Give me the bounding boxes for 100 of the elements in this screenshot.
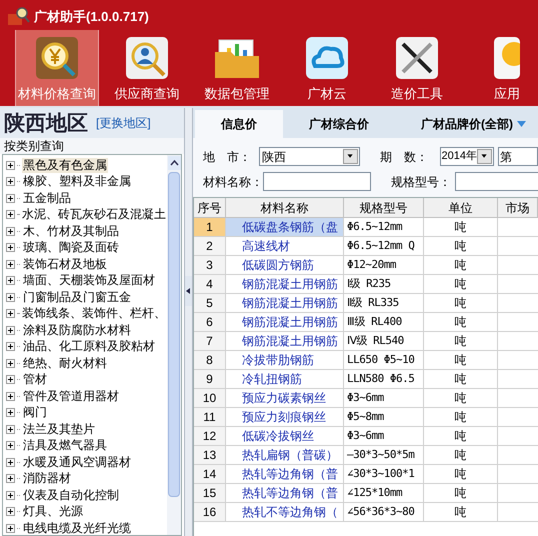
column-header[interactable]: 规格型号: [344, 198, 424, 218]
expand-toggle[interactable]: [6, 507, 15, 516]
table-cell: ∠30*3~100*1: [344, 465, 424, 484]
table-cell: 低碳冷拔钢丝: [226, 427, 344, 446]
scrollbar[interactable]: [167, 155, 181, 535]
column-header[interactable]: 市场: [498, 198, 538, 218]
table-cell: ∠125*10mm: [344, 484, 424, 503]
category-item[interactable]: 门窗制品及门窗五金: [22, 290, 132, 305]
toolbar-button[interactable]: 材料价格查询: [15, 30, 99, 106]
expand-toggle[interactable]: [6, 226, 15, 236]
spec-field[interactable]: [455, 172, 538, 191]
table-cell: 高速线材: [226, 237, 344, 256]
tab[interactable]: 广材综合价: [283, 110, 395, 138]
table-cell: Ⅲ级 RL400: [344, 313, 424, 332]
city-dropdown[interactable]: 陕西: [259, 147, 360, 166]
category-item[interactable]: 涂料及防腐防水材料: [22, 322, 132, 338]
category-item[interactable]: 管件及管道用器材: [22, 388, 120, 404]
table-cell: 吨: [424, 446, 498, 465]
category-item[interactable]: 水泥、砖瓦灰砂石及混凝土: [21, 207, 167, 222]
table-cell: 钢筋混凝土用钢筋: [226, 313, 344, 332]
person-magnifier-icon: [125, 36, 169, 80]
table-cell: 钢筋混凝土用钢筋: [226, 332, 344, 351]
category-item[interactable]: 阀门: [22, 405, 48, 420]
scroll-thumb[interactable]: [168, 172, 180, 497]
toolbar-button[interactable]: 供应商查询: [105, 30, 189, 106]
table-cell: Φ3~6mm: [344, 389, 424, 408]
category-item[interactable]: 法兰及其垫片: [22, 422, 96, 437]
category-item[interactable]: 管材: [22, 372, 48, 388]
category-item[interactable]: 油品、化工原料及胶粘材: [22, 339, 156, 354]
expand-toggle[interactable]: [6, 392, 15, 401]
table-cell: 冷轧扭钢筋: [226, 370, 344, 389]
category-item[interactable]: 墙面、天棚装饰及屋面材: [22, 273, 156, 288]
category-item[interactable]: 五金制品: [22, 190, 72, 206]
toolbar-button[interactable]: 应用: [465, 30, 538, 106]
expand-toggle[interactable]: [6, 260, 15, 269]
category-item[interactable]: 木、竹材及其制品: [22, 224, 120, 239]
tab[interactable]: 信息价: [195, 110, 283, 138]
cloud-icon: [305, 36, 349, 80]
expand-toggle[interactable]: [6, 524, 15, 533]
scroll-up-icon[interactable]: [168, 156, 180, 170]
category-item[interactable]: 玻璃、陶瓷及面砖: [22, 240, 120, 256]
expand-toggle[interactable]: [6, 474, 15, 484]
tab[interactable]: 广材品牌价(全部): [395, 110, 538, 138]
expand-toggle[interactable]: [6, 424, 15, 434]
field-label: 地 市：: [203, 148, 252, 166]
caret-icon: [342, 149, 358, 164]
expand-toggle[interactable]: [6, 375, 15, 384]
row-number-cell: 12: [194, 427, 226, 446]
table-cell: 热轧等边角钢（普: [226, 465, 344, 484]
year-dropdown[interactable]: 2014年: [440, 147, 494, 166]
category-item[interactable]: 装饰石材及地板: [22, 256, 108, 272]
expand-toggle[interactable]: [6, 194, 15, 203]
category-item[interactable]: 仪表及自动化控制: [22, 488, 120, 503]
toolbar-button[interactable]: 数据包管理: [195, 30, 279, 106]
yen-magnifier-icon: [35, 36, 79, 80]
table-cell: 吨: [424, 218, 498, 237]
category-item[interactable]: 装饰线条、装饰件、栏杆、: [21, 306, 167, 322]
issue-dropdown[interactable]: 第: [498, 147, 538, 166]
category-item[interactable]: 消防器材: [22, 471, 72, 486]
expand-toggle[interactable]: [6, 408, 15, 418]
expand-toggle[interactable]: [6, 177, 15, 186]
table-cell: 吨: [424, 389, 498, 408]
expand-toggle[interactable]: [6, 458, 15, 467]
row-number-cell: 2: [194, 237, 226, 256]
expand-toggle[interactable]: [6, 490, 15, 500]
category-item[interactable]: 水暖及通风空调器材: [22, 454, 132, 470]
expand-toggle[interactable]: [6, 160, 15, 170]
field-label: 期 数：: [380, 148, 429, 166]
category-item[interactable]: 绝热、耐火材料: [22, 356, 108, 371]
table-cell: 吨: [424, 313, 498, 332]
row-number-cell: 15: [194, 484, 226, 503]
toolbar-button[interactable]: 造价工具: [375, 30, 459, 106]
category-item[interactable]: 灯具、光源: [22, 504, 84, 520]
table-cell: Φ12~20mm: [344, 256, 424, 275]
column-header[interactable]: 单位: [424, 198, 498, 218]
category-item[interactable]: 黑色及有色金属: [22, 158, 108, 173]
toolbar-button[interactable]: 广材云: [285, 30, 369, 106]
expand-toggle[interactable]: [6, 358, 15, 368]
expand-toggle[interactable]: [6, 309, 15, 318]
row-number-cell: 11: [194, 408, 226, 427]
table-cell: —30*3~50*5m: [344, 446, 424, 465]
category-item[interactable]: 电线电缆及光纤光缆: [22, 520, 132, 535]
expand-toggle[interactable]: [6, 210, 15, 220]
category-item[interactable]: 橡胶、塑料及非金属: [22, 174, 132, 190]
expand-toggle[interactable]: [6, 441, 15, 450]
expand-toggle[interactable]: [6, 342, 15, 352]
group-title: 按类别查询: [0, 138, 184, 154]
table-cell: 吨: [424, 465, 498, 484]
table-cell: 吨: [424, 351, 498, 370]
row-number-cell: 5: [194, 294, 226, 313]
expand-toggle[interactable]: [6, 326, 15, 335]
table-cell: Φ3~6mm: [344, 427, 424, 446]
change-region-link[interactable]: [更换地区]: [96, 114, 151, 132]
expand-toggle[interactable]: [6, 276, 15, 286]
table-cell: 预应力碳素钢丝: [226, 389, 344, 408]
material-name-field[interactable]: [263, 172, 371, 191]
collapse-left-icon[interactable]: [185, 276, 192, 306]
expand-toggle[interactable]: [6, 243, 15, 252]
expand-toggle[interactable]: [6, 292, 15, 302]
category-item[interactable]: 洁具及燃气器具: [22, 438, 108, 454]
